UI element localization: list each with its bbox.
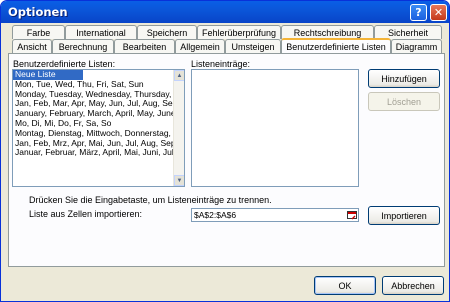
tab-speichern[interactable]: Speichern bbox=[137, 25, 197, 39]
tab-sicherheit[interactable]: Sicherheit bbox=[374, 25, 442, 39]
tab-diagramm[interactable]: Diagramm bbox=[391, 39, 442, 53]
scroll-down-icon[interactable]: ▼ bbox=[174, 175, 184, 186]
tab-benutzerdefinierte-listen[interactable]: Benutzerdefinierte Listen bbox=[281, 38, 391, 53]
help-icon[interactable]: ? bbox=[410, 4, 427, 21]
tab-international[interactable]: International bbox=[65, 25, 137, 39]
tab-fehlerueberpruefung[interactable]: Fehlerüberprüfung bbox=[197, 25, 281, 39]
tab-umsteigen[interactable]: Umsteigen bbox=[225, 39, 281, 53]
list-item[interactable]: Mo, Di, Mi, Do, Fr, Sa, So bbox=[13, 119, 174, 129]
list-entries-textarea[interactable] bbox=[191, 69, 359, 187]
list-item[interactable]: Jan, Feb, Mrz, Apr, Mai, Jun, Jul, Aug, … bbox=[13, 139, 174, 149]
range-select-icon[interactable] bbox=[347, 210, 357, 220]
dialog-title: Optionen bbox=[8, 5, 68, 19]
title-bar[interactable]: Optionen ? ✕ bbox=[1, 1, 449, 23]
scroll-up-icon[interactable]: ▲ bbox=[174, 70, 184, 81]
list-entries-label: Listeneinträge: bbox=[191, 59, 251, 69]
custom-lists-listbox[interactable]: Neue Liste Mon, Tue, Wed, Thu, Fri, Sat,… bbox=[12, 69, 185, 187]
tab-berechnung[interactable]: Berechnung bbox=[52, 39, 114, 53]
import-label: Liste aus Zellen importieren: bbox=[29, 209, 143, 219]
add-button[interactable]: Hinzufügen bbox=[368, 69, 440, 88]
tab-farbe[interactable]: Farbe bbox=[12, 25, 65, 39]
delete-button[interactable]: Löschen bbox=[368, 92, 440, 111]
custom-lists-label: Benutzerdefinierte Listen: bbox=[13, 59, 116, 69]
list-item[interactable]: January, February, March, April, May, Ju… bbox=[13, 109, 174, 119]
import-range-value: $A$2:$A$6 bbox=[194, 210, 237, 220]
close-icon[interactable]: ✕ bbox=[430, 4, 447, 21]
cancel-button[interactable]: Abbrechen bbox=[382, 276, 444, 295]
list-item[interactable]: Monday, Tuesday, Wednesday, Thursday, F bbox=[13, 90, 174, 100]
tab-bearbeiten[interactable]: Bearbeiten bbox=[114, 39, 175, 53]
list-item[interactable]: Januar, Februar, März, April, Mai, Juni,… bbox=[13, 148, 174, 158]
ok-button[interactable]: OK bbox=[314, 276, 376, 295]
import-range-input[interactable]: $A$2:$A$6 bbox=[191, 208, 359, 222]
hint-text: Drücken Sie die Eingabetaste, um Listene… bbox=[29, 195, 272, 205]
listbox-scrollbar[interactable]: ▲ ▼ bbox=[173, 70, 184, 186]
list-item[interactable]: Jan, Feb, Mar, Apr, May, Jun, Jul, Aug, … bbox=[13, 99, 174, 109]
tab-ansicht[interactable]: Ansicht bbox=[12, 39, 52, 53]
options-dialog: Optionen ? ✕ Farbe International Speiche… bbox=[0, 0, 450, 302]
import-button[interactable]: Importieren bbox=[368, 206, 440, 225]
tab-rechtschreibung[interactable]: Rechtschreibung bbox=[281, 25, 374, 39]
tab-allgemein[interactable]: Allgemein bbox=[175, 39, 225, 53]
list-item[interactable]: Montag, Dienstag, Mittwoch, Donnerstag, … bbox=[13, 129, 174, 139]
list-item[interactable]: Neue Liste bbox=[13, 70, 83, 80]
list-item[interactable]: Mon, Tue, Wed, Thu, Fri, Sat, Sun bbox=[13, 80, 174, 90]
